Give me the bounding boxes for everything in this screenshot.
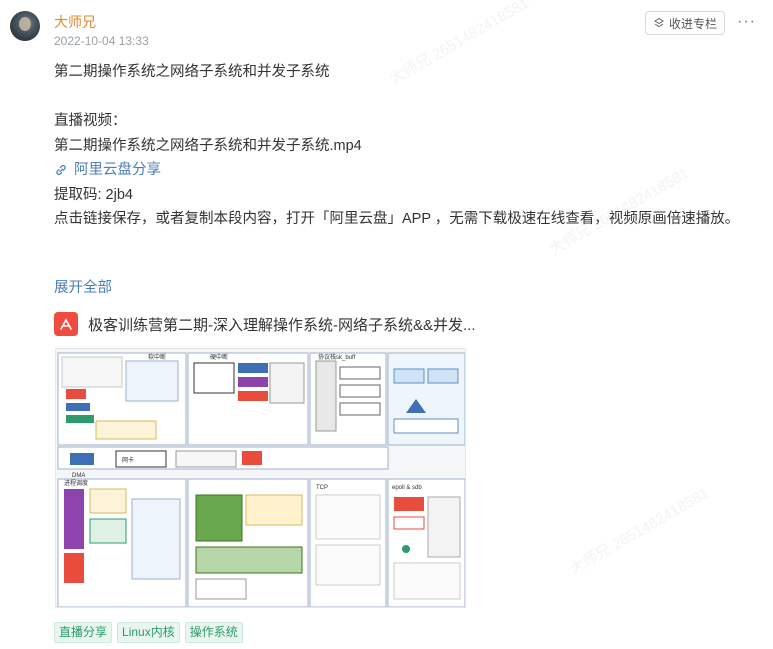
preview-label-6: DMA (72, 473, 85, 479)
preview-label-1: 硬中断 (210, 353, 228, 361)
watermark: 大师兄 2651482418581 (566, 484, 712, 579)
video-file-name: 第二期操作系统之网络子系统和并发子系统.mp4 (54, 137, 362, 154)
tag-list: 直播分享 Linux内核 操作系统 (54, 622, 243, 643)
attachment-name: 极客训练营第二期-深入理解操作系统-网络子系统&&并发... (88, 316, 476, 334)
preview-label-8: epoll & sdb (392, 485, 422, 491)
tag-live-share[interactable]: 直播分享 (54, 622, 113, 643)
aliyun-share-link[interactable]: 阿里云盘分享 (54, 158, 754, 183)
collect-label: 收进专栏 (668, 16, 717, 31)
expand-all-link[interactable]: 展开全部 (54, 276, 112, 297)
post-date: 2022-10-04 13:33 (54, 34, 149, 48)
author-name[interactable]: 大师兄 (54, 12, 96, 32)
attachment-preview-image[interactable]: 软中断 硬中断 协议栈sk_buff 网卡 DMA 进程调度 TCP epoll… (55, 348, 466, 608)
tag-linux-kernel[interactable]: Linux内核 (117, 622, 180, 643)
attachment-file[interactable]: 极客训练营第二期-深入理解操作系统-网络子系统&&并发... (54, 312, 476, 336)
post-title-line: 第二期操作系统之网络子系统和并发子系统 (54, 64, 330, 80)
preview-label-7: TCP (316, 485, 328, 491)
preview-label-5: 网卡 (122, 456, 134, 464)
collect-icon (654, 17, 664, 28)
instruction-text: 点击链接保存，或者复制本段内容，打开「阿里云盘」APP ，无需下载极速在线查看，… (54, 211, 740, 227)
link-icon (56, 165, 66, 176)
pdf-icon (54, 312, 78, 336)
link-label: 阿里云盘分享 (74, 162, 161, 178)
more-options-button[interactable]: ··· (737, 13, 756, 31)
extraction-code: 提取码: 2jb4 (54, 186, 133, 203)
collect-to-column-button[interactable]: 收进专栏 (645, 11, 725, 35)
preview-label-3: 协议栈sk_buff (318, 353, 356, 361)
preview-label-0: 软中断 (148, 353, 166, 361)
avatar[interactable] (10, 11, 40, 41)
preview-label-9: 进程调度 (64, 479, 88, 487)
video-label: 直播视频： (54, 113, 127, 129)
post-content: 第二期操作系统之网络子系统和并发子系统 直播视频： 第二期操作系统之网络子系统和… (54, 60, 754, 232)
tag-operating-system[interactable]: 操作系统 (184, 622, 243, 643)
